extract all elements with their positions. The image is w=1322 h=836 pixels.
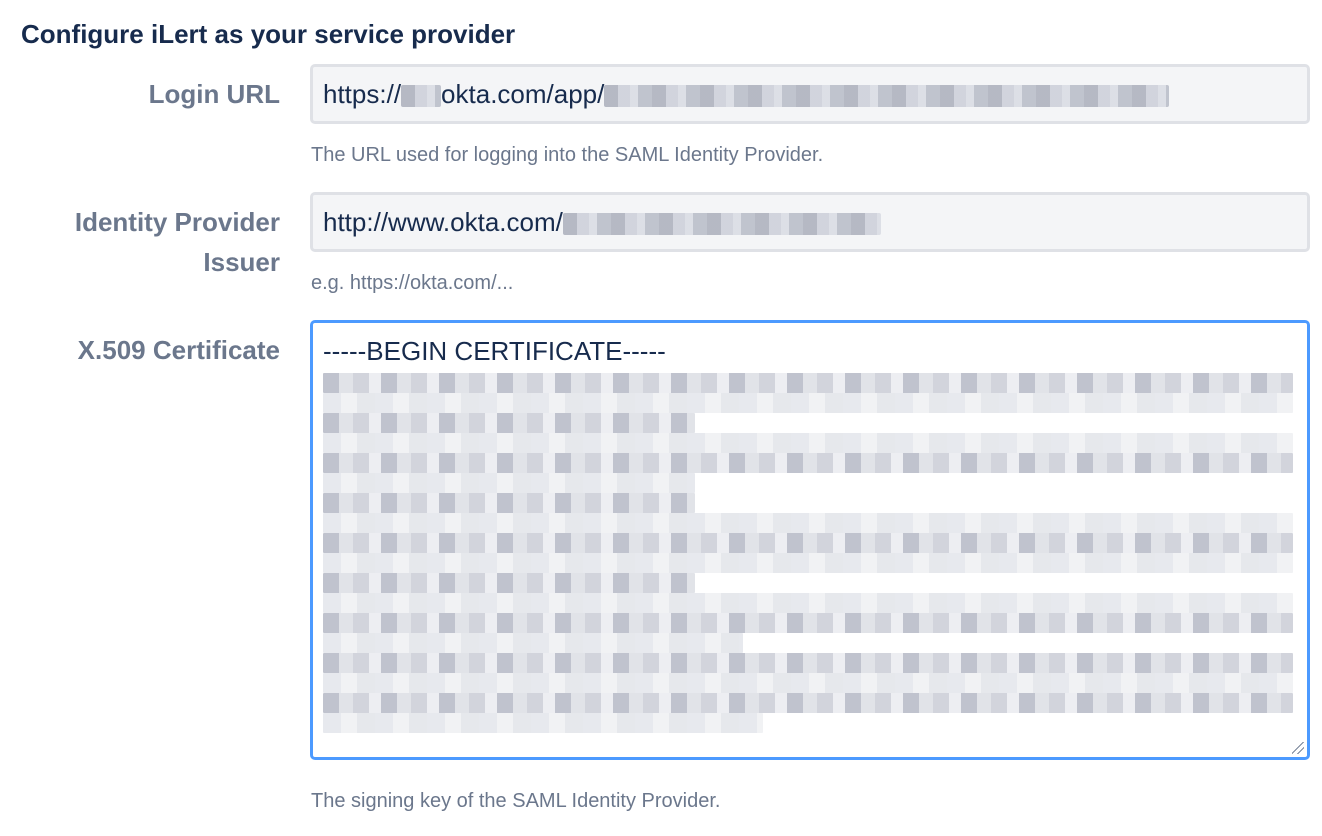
redacted-cert-line [323, 633, 743, 653]
redacted-cert-line [323, 533, 1293, 553]
login-url-help: The URL used for logging into the SAML I… [311, 144, 824, 166]
certificate-label: X.509 Certificate [77, 335, 280, 365]
resize-handle-icon[interactable] [1292, 742, 1304, 754]
idp-issuer-label-line2: Issuer [203, 247, 280, 277]
redacted-issuer-id [562, 213, 881, 236]
redacted-cert-line [323, 593, 1293, 613]
redacted-cert-line [323, 513, 1293, 533]
redacted-cert-line [323, 413, 695, 433]
section-title: Configure iLert as your service provider [21, 19, 516, 49]
saml-config-form: Configure iLert as your service provider… [0, 0, 1322, 836]
redacted-cert-line [323, 373, 1293, 393]
redacted-subdomain [401, 85, 442, 108]
redacted-certificate-body [323, 373, 1297, 733]
login-url-value-mid: okta.com/app/ [441, 79, 605, 109]
redacted-app-path [604, 85, 1170, 108]
redacted-cert-line [323, 653, 1293, 673]
redacted-cert-line [323, 553, 1293, 573]
redacted-cert-line [323, 713, 763, 733]
redacted-cert-line [323, 613, 1293, 633]
certificate-first-line: -----BEGIN CERTIFICATE----- [323, 336, 666, 366]
redacted-cert-line [323, 693, 1293, 713]
redacted-cert-line [323, 393, 1293, 413]
redacted-cert-line [323, 453, 1293, 473]
login-url-value-prefix: https:// [323, 79, 402, 109]
idp-issuer-help: e.g. https://okta.com/... [311, 272, 514, 294]
redacted-cert-line [323, 433, 1293, 453]
redacted-cert-line [323, 493, 695, 513]
certificate-textarea[interactable]: -----BEGIN CERTIFICATE----- [310, 320, 1310, 760]
redacted-cert-line [323, 573, 695, 593]
redacted-cert-line [323, 473, 695, 493]
idp-issuer-value-prefix: http://www.okta.com/ [323, 207, 563, 237]
idp-issuer-input[interactable]: http://www.okta.com/ [310, 192, 1310, 252]
idp-issuer-label-line1: Identity Provider [74, 207, 280, 237]
certificate-help: The signing key of the SAML Identity Pro… [311, 790, 721, 812]
login-url-input[interactable]: https:// okta.com/app/ [310, 64, 1310, 124]
redacted-cert-line [323, 673, 1293, 693]
login-url-label: Login URL [148, 79, 280, 109]
